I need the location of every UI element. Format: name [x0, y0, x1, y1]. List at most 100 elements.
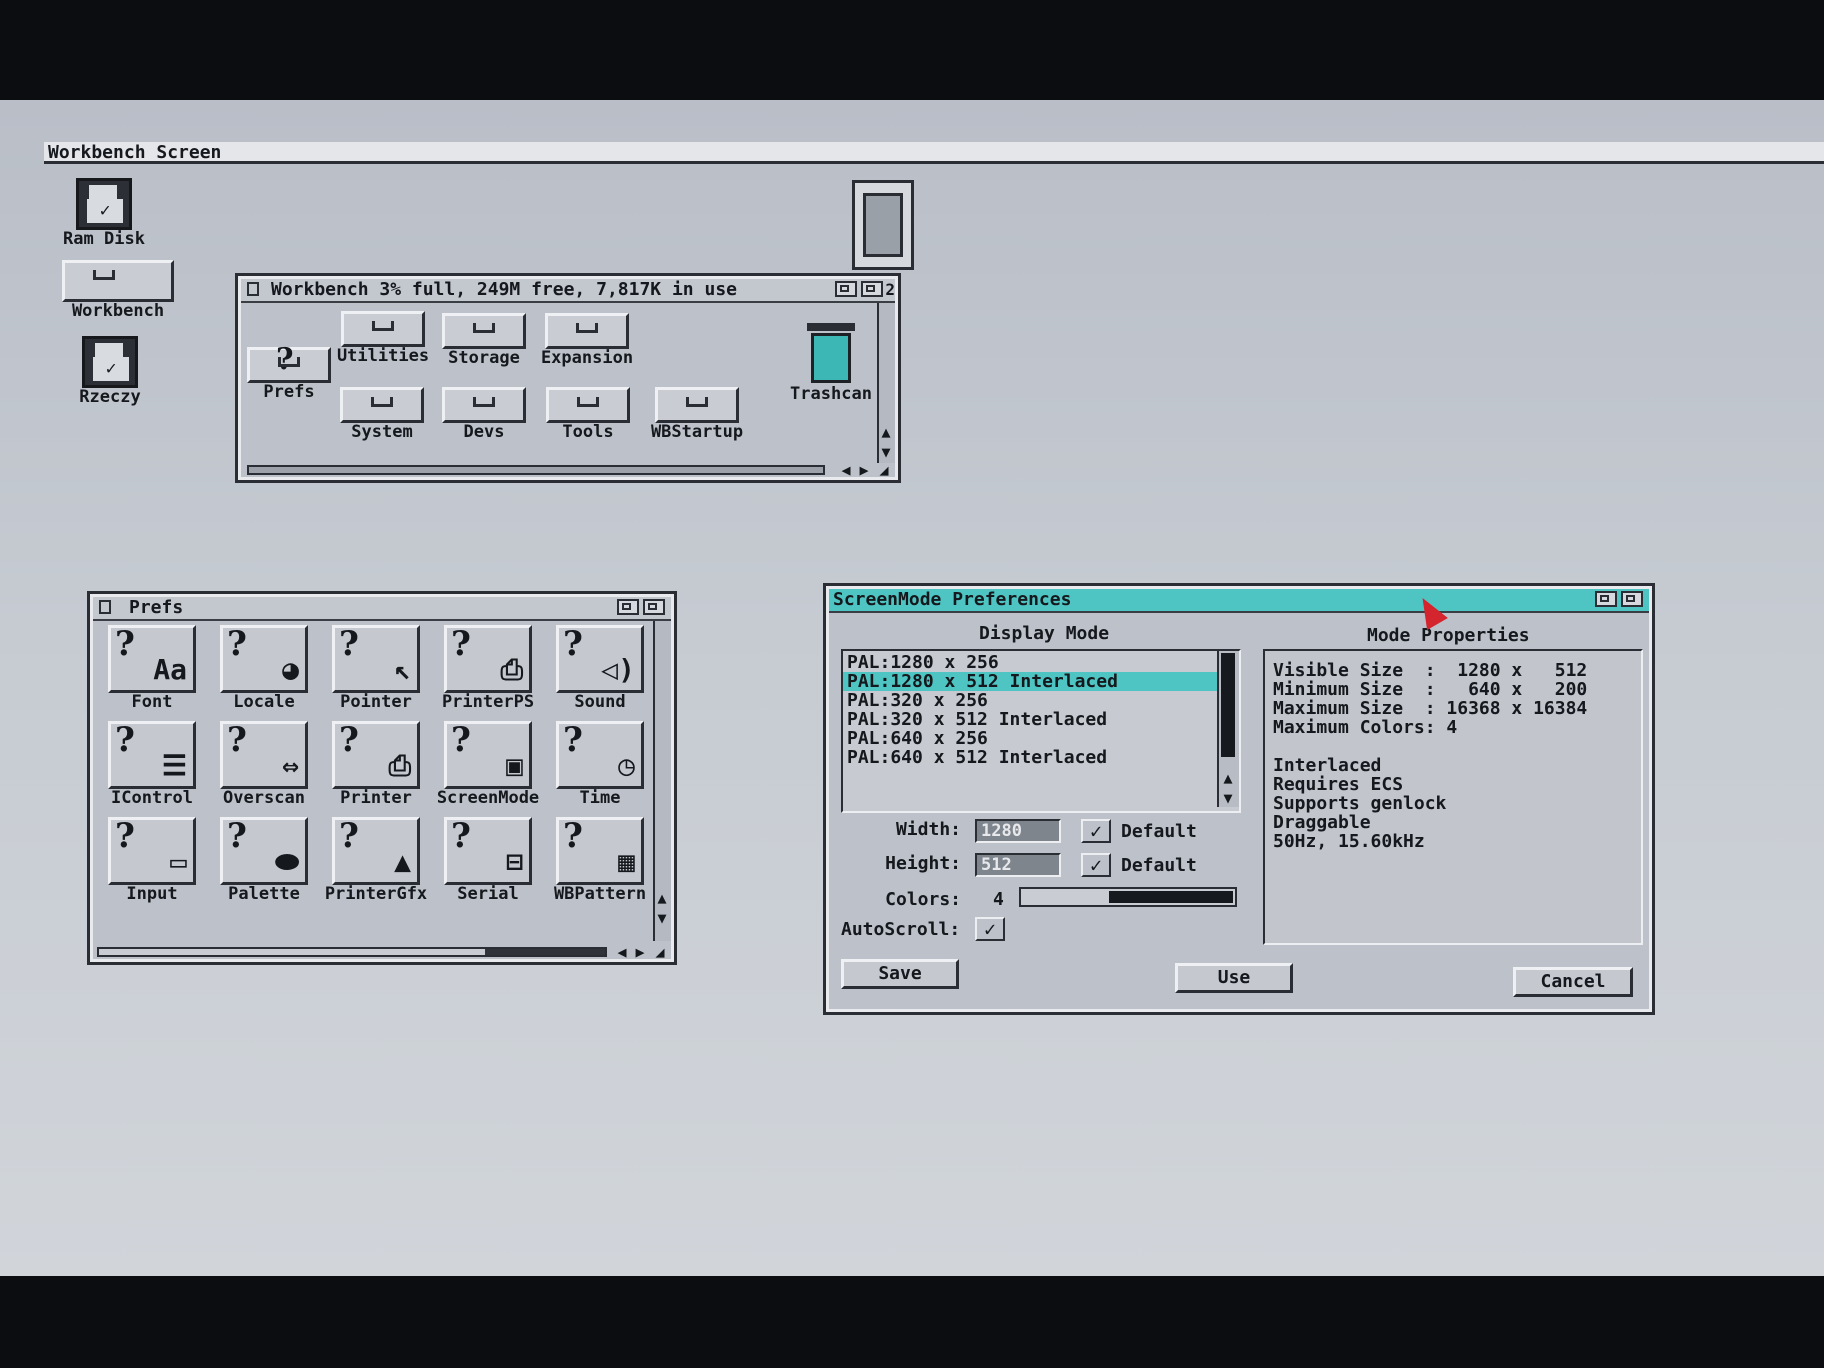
- prefs-item-input[interactable]: ? ▭ Input: [99, 816, 205, 903]
- icon-label: WBStartup: [650, 422, 744, 442]
- height-default-checkbox[interactable]: ✓: [1081, 853, 1111, 877]
- zoom-gadget[interactable]: [617, 599, 639, 615]
- scroll-right-arrow[interactable]: ▶: [631, 943, 649, 961]
- use-button[interactable]: Use: [1175, 963, 1293, 993]
- storage-drawer-icon[interactable]: Storage: [439, 313, 529, 367]
- list-scrollbar[interactable]: ▲ ▼: [1217, 651, 1239, 807]
- prefs-item-pointer[interactable]: ? ↖ Pointer: [323, 624, 429, 711]
- list-scroll-up-arrow[interactable]: ▲: [1219, 769, 1237, 787]
- zoom-gadget[interactable]: [1595, 591, 1617, 607]
- zoom-gadget[interactable]: [835, 281, 857, 297]
- mode-list-item[interactable]: PAL:1280 x 256: [843, 653, 1217, 672]
- save-button[interactable]: Save: [841, 959, 959, 989]
- scroll-right-arrow[interactable]: ▶: [855, 461, 873, 479]
- autoscroll-checkbox[interactable]: ✓: [975, 917, 1005, 941]
- utilities-drawer-icon[interactable]: Utilities: [333, 311, 433, 365]
- width-field[interactable]: 1280: [975, 819, 1061, 843]
- scroll-left-arrow[interactable]: ◀: [613, 943, 631, 961]
- scroll-down-arrow[interactable]: ▼: [877, 443, 895, 461]
- screenmode-window[interactable]: ScreenMode Preferences Display Mode Mode…: [823, 583, 1655, 1015]
- list-scroll-thumb[interactable]: [1221, 653, 1235, 757]
- depth-gadget[interactable]: [1621, 591, 1643, 607]
- window-title-bar[interactable]: ScreenMode Preferences: [829, 589, 1649, 613]
- workbench-volume-icon[interactable]: Workbench: [56, 260, 180, 320]
- mode-list-item[interactable]: PAL:640 x 256: [843, 729, 1217, 748]
- horizontal-scrollbar[interactable]: [97, 947, 607, 957]
- depth-gadget[interactable]: [861, 281, 883, 297]
- wbstartup-drawer-icon[interactable]: WBStartup: [641, 387, 753, 441]
- expansion-drawer-icon[interactable]: Expansion: [533, 313, 641, 367]
- icon-label: Workbench: [71, 301, 165, 321]
- colors-slider-knob[interactable]: [1109, 891, 1233, 903]
- drawer-icon: [341, 311, 425, 347]
- prefs-drawer-icon[interactable]: ? Prefs: [247, 342, 331, 401]
- screen-title-bar[interactable]: Workbench Screen: [44, 142, 1824, 164]
- prefs-icon-grid: ? Aa Font? ◕ Locale? ↖ Pointer? ⎙ PrinterPS? ◁) So…: [99, 624, 646, 925]
- window-title-bar[interactable]: Workbench 3% full, 249M free, 7,817K in …: [241, 279, 895, 303]
- window-title-bar[interactable]: Prefs: [93, 597, 671, 621]
- resize-gadget[interactable]: ◢: [651, 943, 669, 961]
- colors-slider[interactable]: [1019, 887, 1237, 907]
- prefs-item-sound[interactable]: ? ◁) Sound: [547, 624, 653, 711]
- prefs-item-font[interactable]: ? Aa Font: [99, 624, 205, 712]
- close-gadget[interactable]: [247, 282, 259, 296]
- scroll-down-arrow[interactable]: ▼: [653, 909, 671, 927]
- rzeczy-disk-icon[interactable]: Rzeczy: [58, 336, 162, 406]
- globe-icon: ? ◕: [220, 624, 308, 693]
- cancel-button[interactable]: Cancel: [1513, 967, 1633, 997]
- scroll-left-arrow[interactable]: ◀: [837, 461, 855, 479]
- prefs-item-printergfx[interactable]: ? ▲ PrinterGfx: [323, 816, 429, 903]
- drawer-icon: [655, 387, 739, 423]
- prefs-item-palette[interactable]: ? ⬬ Palette: [211, 816, 317, 903]
- prefs-window[interactable]: Prefs ? Aa Font? ◕ Locale? ↖ Pointer? ⎙ PrinterP…: [87, 591, 677, 965]
- prefs-item-printerps[interactable]: ? ⎙ PrinterPS: [435, 624, 541, 711]
- prefs-item-wbpattern[interactable]: ? ▦ WBPattern: [547, 816, 653, 903]
- list-scroll-down-arrow[interactable]: ▼: [1219, 789, 1237, 807]
- trashcan-icon[interactable]: Trashcan: [785, 323, 877, 403]
- depth-gadget[interactable]: [643, 599, 665, 615]
- disk-icon: [76, 178, 132, 230]
- prefs-item-screenmode[interactable]: ? ▣ ScreenMode: [435, 720, 541, 807]
- disk-icon: [82, 336, 138, 388]
- icon-label: Font: [131, 692, 173, 712]
- height-default-label: Default: [1121, 855, 1197, 876]
- prefs-item-locale[interactable]: ? ◕ Locale: [211, 624, 317, 711]
- system-drawer-icon[interactable]: System: [337, 387, 427, 441]
- mode-list-item[interactable]: PAL:320 x 512 Interlaced: [843, 710, 1217, 729]
- prefs-item-printer[interactable]: ? ⎙ Printer: [323, 720, 429, 808]
- height-field[interactable]: 512: [975, 853, 1061, 877]
- icon-label: Printer: [340, 788, 412, 808]
- scroll-thumb[interactable]: [485, 949, 605, 955]
- ram-disk-icon[interactable]: Ram Disk: [52, 178, 156, 248]
- drawer-icon: [546, 387, 630, 423]
- prefs-item-time[interactable]: ? ◷ Time: [547, 720, 653, 807]
- tools-drawer-icon[interactable]: Tools: [543, 387, 633, 441]
- property-line: Maximum Colors: 4: [1273, 717, 1458, 738]
- resize-gadget[interactable]: ◢: [875, 461, 893, 479]
- horizontal-scrollbar[interactable]: [247, 465, 825, 475]
- colors-label: Colors:: [885, 889, 961, 910]
- prefs-item-serial[interactable]: ? ⊟ Serial: [435, 816, 541, 903]
- colors-value: 4: [993, 889, 1004, 910]
- workbench-window[interactable]: Workbench 3% full, 249M free, 7,817K in …: [235, 273, 901, 483]
- drawer-icon: [442, 387, 526, 423]
- scroll-up-arrow[interactable]: ▲: [653, 889, 671, 907]
- mode-list-item[interactable]: PAL:1280 x 512 Interlaced: [843, 672, 1217, 691]
- vertical-scrollbar[interactable]: ▲ ▼: [877, 303, 895, 463]
- display-mode-list[interactable]: PAL:1280 x 256 PAL:1280 x 512 Interlaced P…: [841, 649, 1241, 813]
- prefs-item-overscan[interactable]: ? ⇔ Overscan: [211, 720, 317, 807]
- trash-icon: [803, 323, 859, 385]
- document-icon[interactable]: [852, 180, 914, 270]
- monitor-icon: ? ▣: [444, 720, 532, 789]
- devs-drawer-icon[interactable]: Devs: [439, 387, 529, 441]
- width-label: Width:: [895, 819, 961, 840]
- icon-label: Ram Disk: [63, 229, 145, 249]
- close-gadget[interactable]: [99, 600, 111, 614]
- mode-list-item[interactable]: PAL:640 x 512 Interlaced: [843, 748, 1217, 767]
- mode-list-item[interactable]: PAL:320 x 256: [843, 691, 1217, 710]
- scroll-up-arrow[interactable]: ▲: [877, 423, 895, 441]
- width-default-checkbox[interactable]: ✓: [1081, 819, 1111, 843]
- vertical-scrollbar[interactable]: ▲ ▼: [653, 621, 671, 941]
- prefs-item-icontrol[interactable]: ? ☰ IControl: [99, 720, 205, 807]
- icon-label: Trashcan: [790, 384, 872, 404]
